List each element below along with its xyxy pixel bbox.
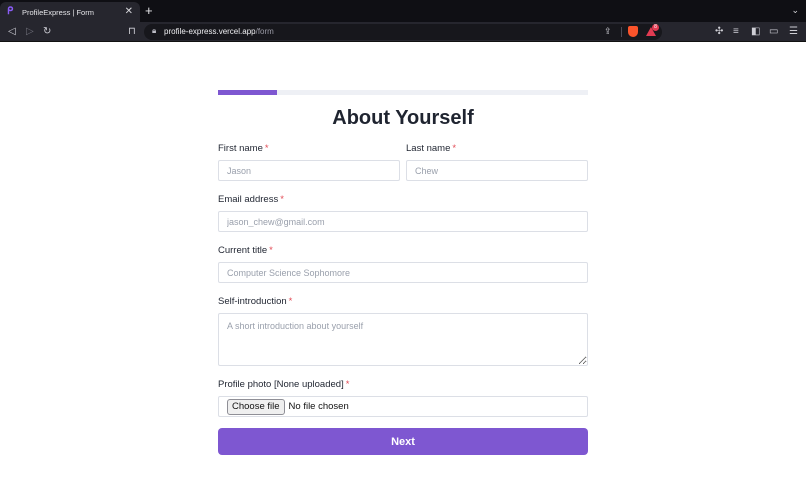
chevron-down-icon[interactable]: ⌄ <box>791 5 799 16</box>
page-title: About Yourself <box>332 107 474 129</box>
first-name-input[interactable] <box>218 160 400 181</box>
url-text: profile-express.vercel.app/form <box>164 27 274 36</box>
reload-icon[interactable]: ↻ <box>43 25 51 39</box>
first-name-label: First name * <box>218 143 269 154</box>
last-name-input[interactable] <box>406 160 588 181</box>
extensions-icon[interactable]: ✣ <box>715 25 723 39</box>
current-title-input[interactable] <box>218 262 588 283</box>
menu-icon[interactable]: ☰ <box>789 25 798 39</box>
next-button[interactable]: Next <box>218 428 588 455</box>
wallet-icon[interactable]: ▭ <box>769 25 778 39</box>
url-host: profile-express.vercel.app <box>164 27 256 36</box>
brave-shield-icon[interactable] <box>628 26 638 37</box>
email-label-text: Email address <box>218 194 279 205</box>
choose-file-button[interactable]: Choose file <box>227 398 285 415</box>
required-mark: * <box>288 296 293 307</box>
photo-label: Profile photo [None uploaded] * <box>218 379 349 390</box>
address-bar-divider <box>621 27 622 37</box>
email-label: Email address * <box>218 194 284 205</box>
required-mark: * <box>345 379 350 390</box>
tab-bar: ᑭ ProfileExpress | Form ✕ + ⌄ <box>0 0 806 22</box>
tab-title: ProfileExpress | Form <box>22 7 94 17</box>
browser-toolbar: ◁ ▷ ↻ ⊓ 🔒︎ profile-express.vercel.app/fo… <box>0 22 806 42</box>
share-icon[interactable]: ⇪ <box>604 26 612 37</box>
lock-icon: 🔒︎ <box>152 26 157 35</box>
sidebar-icon[interactable]: ◧ <box>751 25 760 39</box>
intro-label-text: Self-introduction <box>218 296 287 307</box>
intro-label: Self-introduction * <box>218 296 292 307</box>
back-icon[interactable]: ◁ <box>8 25 16 39</box>
current-title-label: Current title * <box>218 245 273 256</box>
required-mark: * <box>269 245 273 256</box>
playlist-icon[interactable]: ≡ <box>733 25 739 39</box>
close-tab-icon[interactable]: ✕ <box>125 6 133 18</box>
address-bar[interactable]: 🔒︎ profile-express.vercel.app/form ⇪ 8 <box>144 24 662 40</box>
browser-tab[interactable]: ᑭ ProfileExpress | Form ✕ <box>0 2 140 22</box>
required-mark: * <box>280 194 284 205</box>
intro-textarea[interactable] <box>218 313 588 366</box>
first-name-label-text: First name <box>218 143 263 154</box>
required-mark: * <box>264 143 269 154</box>
url-path: /form <box>255 27 274 36</box>
progress-bar <box>218 90 588 95</box>
photo-file-input[interactable]: Choose file No file chosen <box>218 396 588 417</box>
file-status: No file chosen <box>288 401 349 412</box>
rewards-badge: 8 <box>652 24 659 31</box>
required-mark: * <box>452 143 457 154</box>
new-tab-icon[interactable]: + <box>145 3 153 19</box>
favicon-icon: ᑭ <box>7 6 14 17</box>
email-input[interactable] <box>218 211 588 232</box>
current-title-label-text: Current title <box>218 245 268 256</box>
photo-label-text: Profile photo [None uploaded] <box>218 379 344 390</box>
forward-icon[interactable]: ▷ <box>26 25 34 39</box>
page-content: About Yourself First name* Last name* Em… <box>0 43 806 504</box>
last-name-label: Last name * <box>406 143 456 154</box>
progress-fill <box>218 90 278 95</box>
last-name-label-text: Last name <box>406 143 451 154</box>
bookmark-icon[interactable]: ⊓ <box>128 25 136 39</box>
